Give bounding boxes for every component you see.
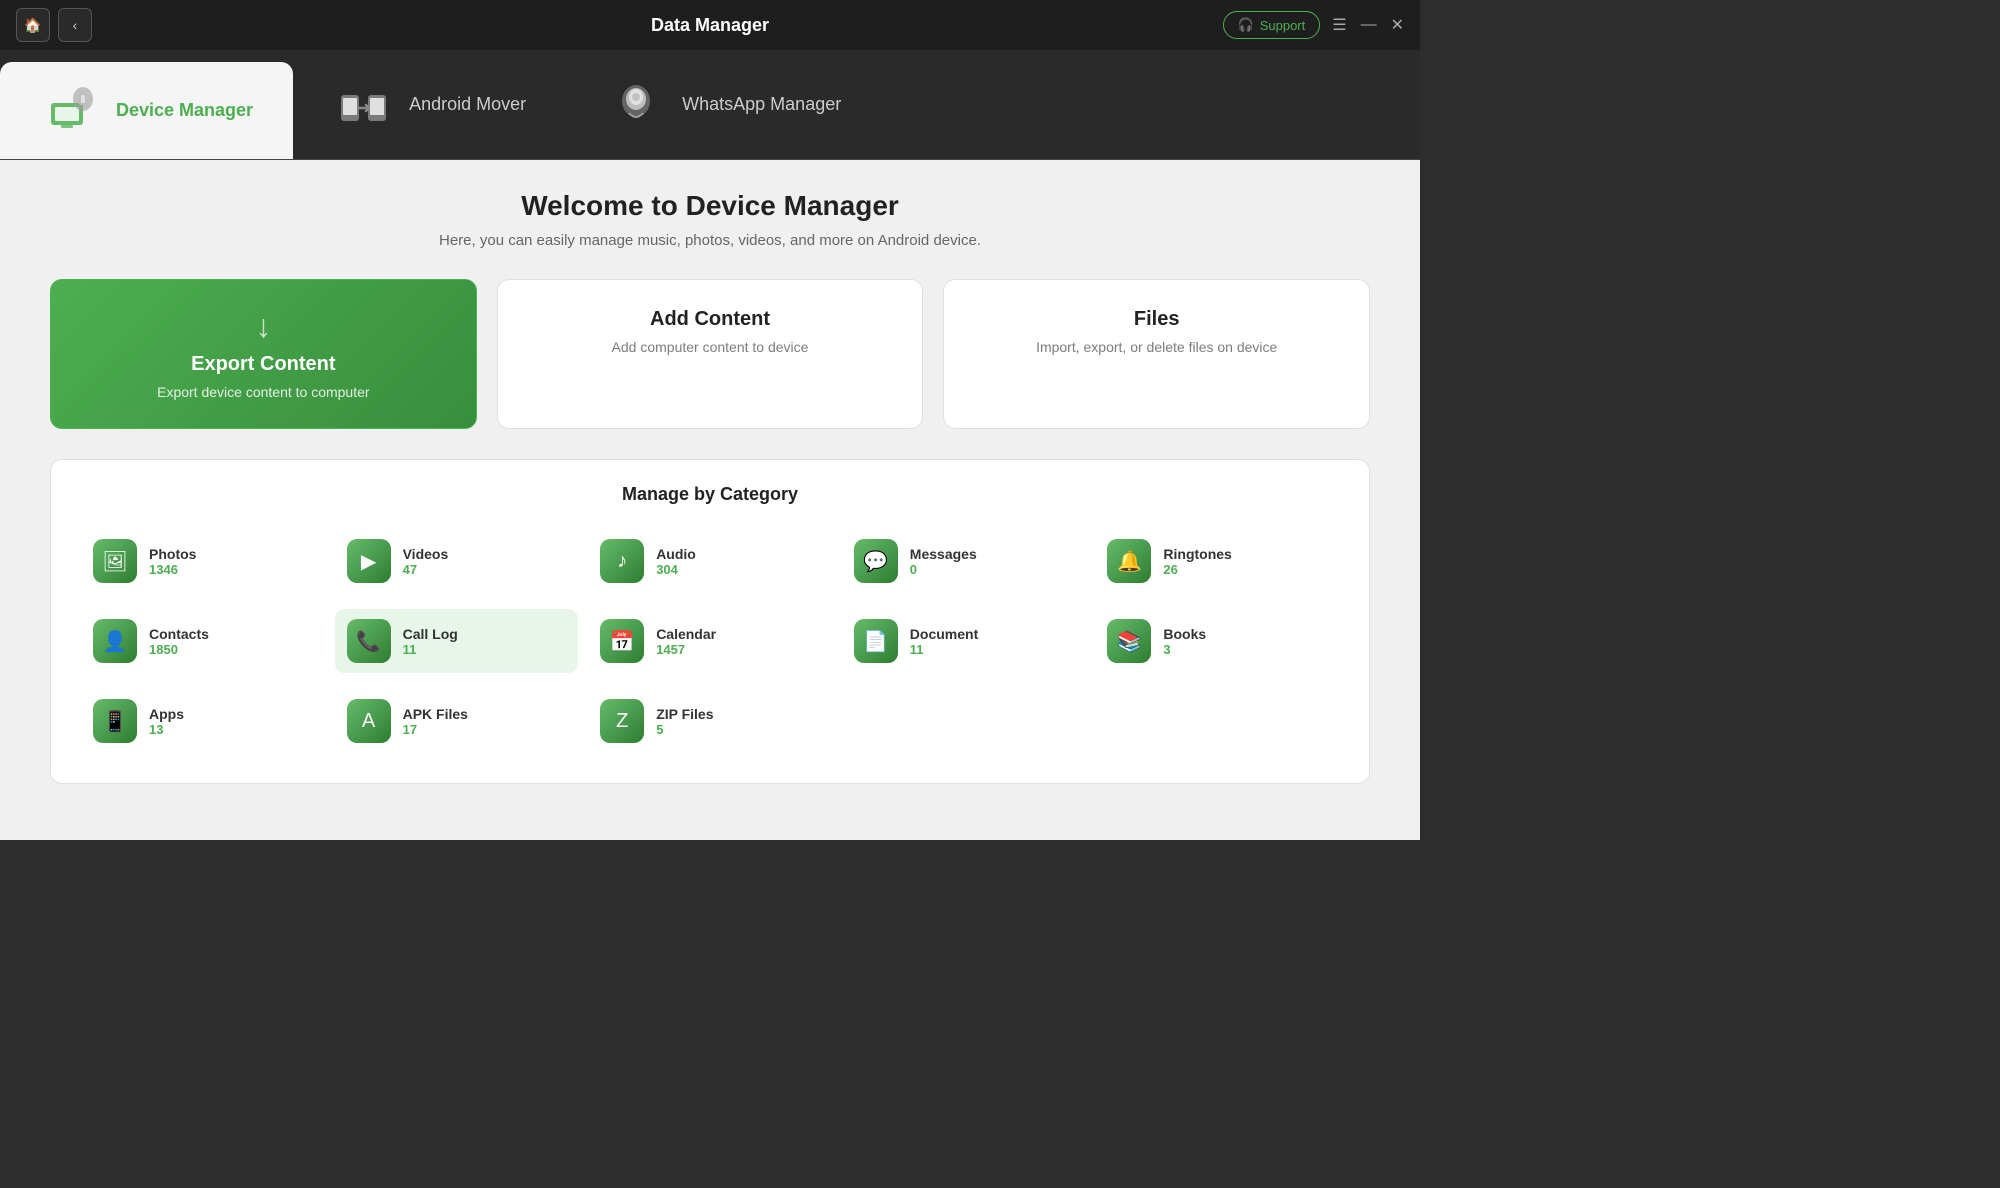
close-button[interactable]: ✕ <box>1391 15 1404 35</box>
home-icon: 🏠 <box>24 17 41 34</box>
category-name-photos: Photos <box>149 546 196 562</box>
category-count-photos: 1346 <box>149 562 196 577</box>
tab-android-mover-label: Android Mover <box>409 94 526 115</box>
category-count-call-log: 11 <box>403 642 458 657</box>
welcome-section: Welcome to Device Manager Here, you can … <box>50 190 1370 249</box>
category-item-books[interactable]: 📚 Books 3 <box>1095 609 1339 673</box>
tab-device-manager-label: Device Manager <box>116 100 253 121</box>
category-section-title: Manage by Category <box>81 484 1339 505</box>
category-icon-apps: 📱 <box>93 699 137 743</box>
category-name-audio: Audio <box>656 546 696 562</box>
category-icon-photos: 🖼 <box>93 539 137 583</box>
whatsapp-manager-icon <box>606 75 666 135</box>
category-count-zip-files: 5 <box>656 722 713 737</box>
category-name-videos: Videos <box>403 546 449 562</box>
category-item-photos[interactable]: 🖼 Photos 1346 <box>81 529 325 593</box>
category-name-document: Document <box>910 626 978 642</box>
files-title: Files <box>964 308 1349 331</box>
export-content-title: Export Content <box>71 353 456 376</box>
minimize-button[interactable]: — <box>1361 16 1377 34</box>
category-item-apk-files[interactable]: A APK Files 17 <box>335 689 579 753</box>
tab-device-manager[interactable]: Device Manager <box>0 62 293 159</box>
titlebar: 🏠 ‹ Data Manager 🎧 Support ☰ — ✕ <box>0 0 1420 50</box>
category-section: Manage by Category 🖼 Photos 1346 ▶ Video… <box>50 459 1370 784</box>
category-name-apk-files: APK Files <box>403 706 468 722</box>
category-icon-messages: 💬 <box>854 539 898 583</box>
android-mover-icon <box>333 75 393 135</box>
action-cards: ↓ Export Content Export device content t… <box>50 279 1370 429</box>
category-item-contacts[interactable]: 👤 Contacts 1850 <box>81 609 325 673</box>
category-item-audio[interactable]: ♪ Audio 304 <box>588 529 832 593</box>
category-count-ringtones: 26 <box>1163 562 1231 577</box>
category-item-zip-files[interactable]: Z ZIP Files 5 <box>588 689 832 753</box>
category-name-calendar: Calendar <box>656 626 716 642</box>
category-name-apps: Apps <box>149 706 184 722</box>
category-icon-zip-files: Z <box>600 699 644 743</box>
add-content-title: Add Content <box>518 308 903 331</box>
category-item-ringtones[interactable]: 🔔 Ringtones 26 <box>1095 529 1339 593</box>
category-icon-contacts: 👤 <box>93 619 137 663</box>
category-item-apps[interactable]: 📱 Apps 13 <box>81 689 325 753</box>
export-content-desc: Export device content to computer <box>71 384 456 400</box>
category-item-call-log[interactable]: 📞 Call Log 11 <box>335 609 579 673</box>
category-count-videos: 47 <box>403 562 449 577</box>
category-count-messages: 0 <box>910 562 977 577</box>
category-name-ringtones: Ringtones <box>1163 546 1231 562</box>
category-grid: 🖼 Photos 1346 ▶ Videos 47 ♪ Audio 304 💬 … <box>81 529 1339 753</box>
files-desc: Import, export, or delete files on devic… <box>964 339 1349 355</box>
category-count-audio: 304 <box>656 562 696 577</box>
category-name-messages: Messages <box>910 546 977 562</box>
back-icon: ‹ <box>73 17 78 33</box>
welcome-title: Welcome to Device Manager <box>50 190 1370 222</box>
category-count-calendar: 1457 <box>656 642 716 657</box>
category-count-document: 11 <box>910 642 978 657</box>
category-icon-ringtones: 🔔 <box>1107 539 1151 583</box>
category-item-messages[interactable]: 💬 Messages 0 <box>842 529 1086 593</box>
category-item-calendar[interactable]: 📅 Calendar 1457 <box>588 609 832 673</box>
app-title: Data Manager <box>651 15 769 36</box>
add-content-card[interactable]: Add Content Add computer content to devi… <box>497 279 924 429</box>
tab-whatsapp-manager-label: WhatsApp Manager <box>682 94 841 115</box>
category-name-books: Books <box>1163 626 1206 642</box>
menu-button[interactable]: ☰ <box>1332 15 1346 35</box>
nav-tabs: Device Manager Android Mover What <box>0 50 1420 160</box>
welcome-subtitle: Here, you can easily manage music, photo… <box>50 232 1370 249</box>
category-item-videos[interactable]: ▶ Videos 47 <box>335 529 579 593</box>
category-icon-calendar: 📅 <box>600 619 644 663</box>
support-icon: 🎧 <box>1238 17 1254 33</box>
category-name-contacts: Contacts <box>149 626 209 642</box>
home-button[interactable]: 🏠 <box>16 8 50 42</box>
back-button[interactable]: ‹ <box>58 8 92 42</box>
support-button[interactable]: 🎧 Support <box>1223 11 1321 39</box>
add-content-desc: Add computer content to device <box>518 339 903 355</box>
device-manager-icon <box>40 81 100 141</box>
tab-whatsapp-manager[interactable]: WhatsApp Manager <box>566 50 881 159</box>
category-count-books: 3 <box>1163 642 1206 657</box>
category-icon-call-log: 📞 <box>347 619 391 663</box>
category-name-zip-files: ZIP Files <box>656 706 713 722</box>
category-icon-apk-files: A <box>347 699 391 743</box>
category-icon-document: 📄 <box>854 619 898 663</box>
titlebar-left: 🏠 ‹ <box>16 8 92 42</box>
category-item-document[interactable]: 📄 Document 11 <box>842 609 1086 673</box>
main-content: Welcome to Device Manager Here, you can … <box>0 160 1420 840</box>
window-controls: ☰ — ✕ <box>1332 15 1404 35</box>
export-icon: ↓ <box>71 308 456 345</box>
category-icon-videos: ▶ <box>347 539 391 583</box>
category-count-contacts: 1850 <box>149 642 209 657</box>
export-content-card[interactable]: ↓ Export Content Export device content t… <box>50 279 477 429</box>
category-icon-audio: ♪ <box>600 539 644 583</box>
category-name-call-log: Call Log <box>403 626 458 642</box>
category-icon-books: 📚 <box>1107 619 1151 663</box>
titlebar-right: 🎧 Support ☰ — ✕ <box>1223 11 1404 39</box>
files-card[interactable]: Files Import, export, or delete files on… <box>943 279 1370 429</box>
category-count-apk-files: 17 <box>403 722 468 737</box>
category-count-apps: 13 <box>149 722 184 737</box>
tab-android-mover[interactable]: Android Mover <box>293 50 566 159</box>
